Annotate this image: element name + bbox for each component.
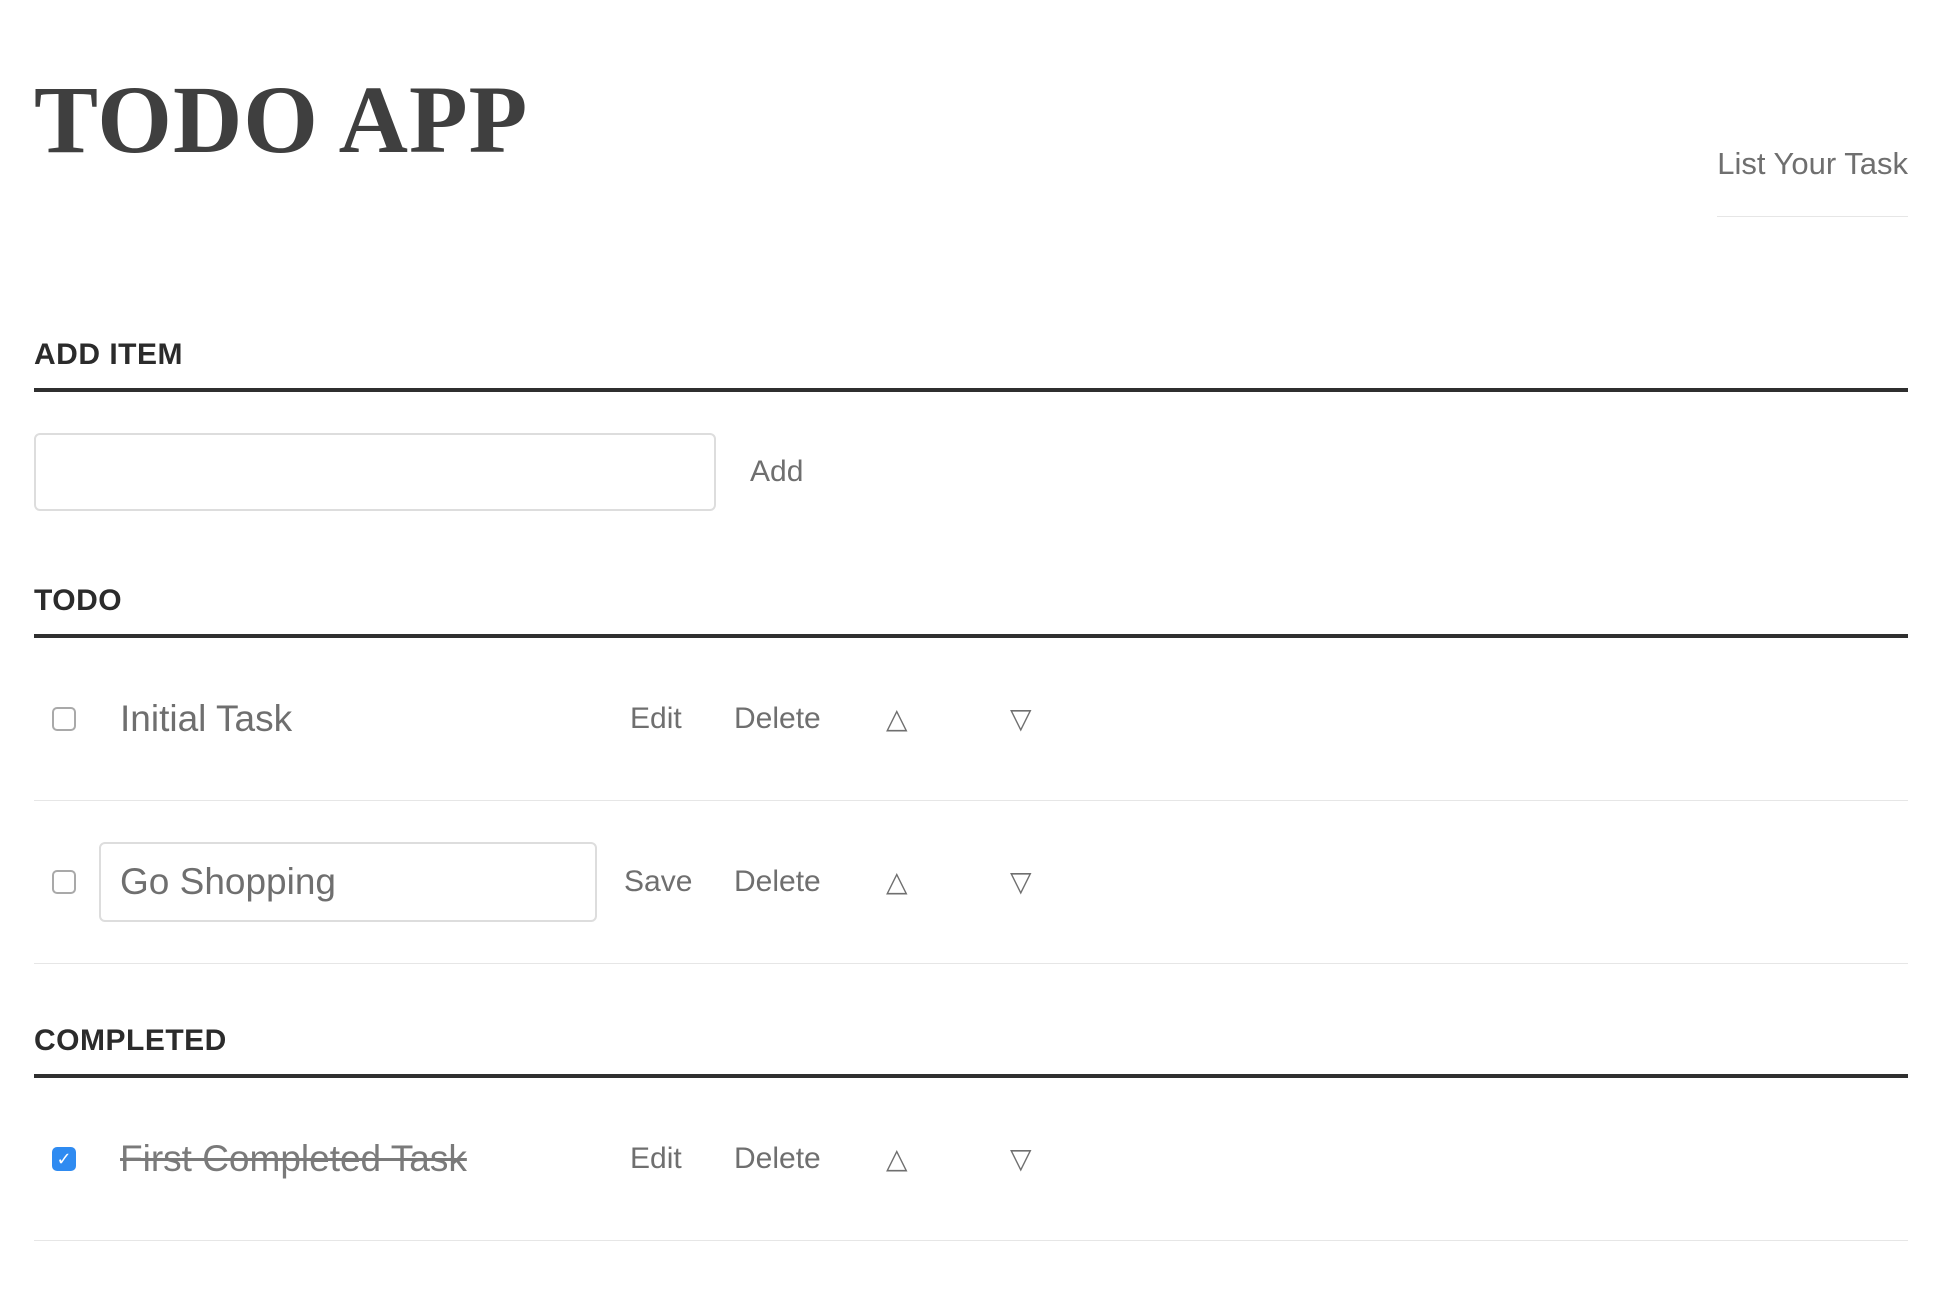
add-item-row: Add [34, 430, 1908, 514]
task-checkbox-checked[interactable]: ✓ [52, 1147, 76, 1171]
completed-section: COMPLETED ✓ First Completed Task Edit De… [34, 1024, 1908, 1241]
completed-list: ✓ First Completed Task Edit Delete △ ▽ [34, 1078, 1908, 1241]
task-checkbox[interactable] [52, 870, 76, 894]
completed-item: ✓ First Completed Task Edit Delete △ ▽ [34, 1078, 1908, 1241]
completed-heading: COMPLETED [34, 1024, 1908, 1078]
nav-link-list-your-task[interactable]: List Your Task [1717, 146, 1908, 217]
todo-heading: TODO [34, 584, 1908, 638]
move-down-icon[interactable]: ▽ [1010, 868, 1032, 896]
app-title: TODO APP [34, 66, 529, 173]
delete-button[interactable]: Delete [734, 1142, 821, 1176]
add-item-section: ADD ITEM Add [34, 338, 1908, 514]
todo-section: TODO Initial Task Edit Delete △ ▽ Save D… [34, 584, 1908, 964]
todo-item: Initial Task Edit Delete △ ▽ [34, 638, 1908, 801]
delete-button[interactable]: Delete [734, 702, 821, 736]
todo-list: Initial Task Edit Delete △ ▽ Save Delete… [34, 638, 1908, 964]
task-checkbox[interactable] [52, 707, 76, 731]
page: TODO APP List Your Task ADD ITEM Add TOD… [0, 0, 1942, 1306]
add-button[interactable]: Add [750, 455, 803, 489]
task-label: Initial Task [120, 698, 293, 739]
task-label: First Completed Task [120, 1138, 467, 1179]
move-up-icon[interactable]: △ [886, 1145, 908, 1173]
add-item-heading: ADD ITEM [34, 338, 1908, 392]
edit-button[interactable]: Edit [630, 1142, 682, 1176]
new-task-input[interactable] [34, 433, 716, 511]
save-button[interactable]: Save [624, 865, 692, 899]
move-down-icon[interactable]: ▽ [1010, 705, 1032, 733]
move-down-icon[interactable]: ▽ [1010, 1145, 1032, 1173]
delete-button[interactable]: Delete [734, 865, 821, 899]
header: TODO APP List Your Task [34, 0, 1908, 228]
todo-item-editing: Save Delete △ ▽ [34, 801, 1908, 964]
edit-button[interactable]: Edit [630, 702, 682, 736]
task-edit-input[interactable] [99, 842, 597, 922]
move-up-icon[interactable]: △ [886, 868, 908, 896]
move-up-icon[interactable]: △ [886, 705, 908, 733]
